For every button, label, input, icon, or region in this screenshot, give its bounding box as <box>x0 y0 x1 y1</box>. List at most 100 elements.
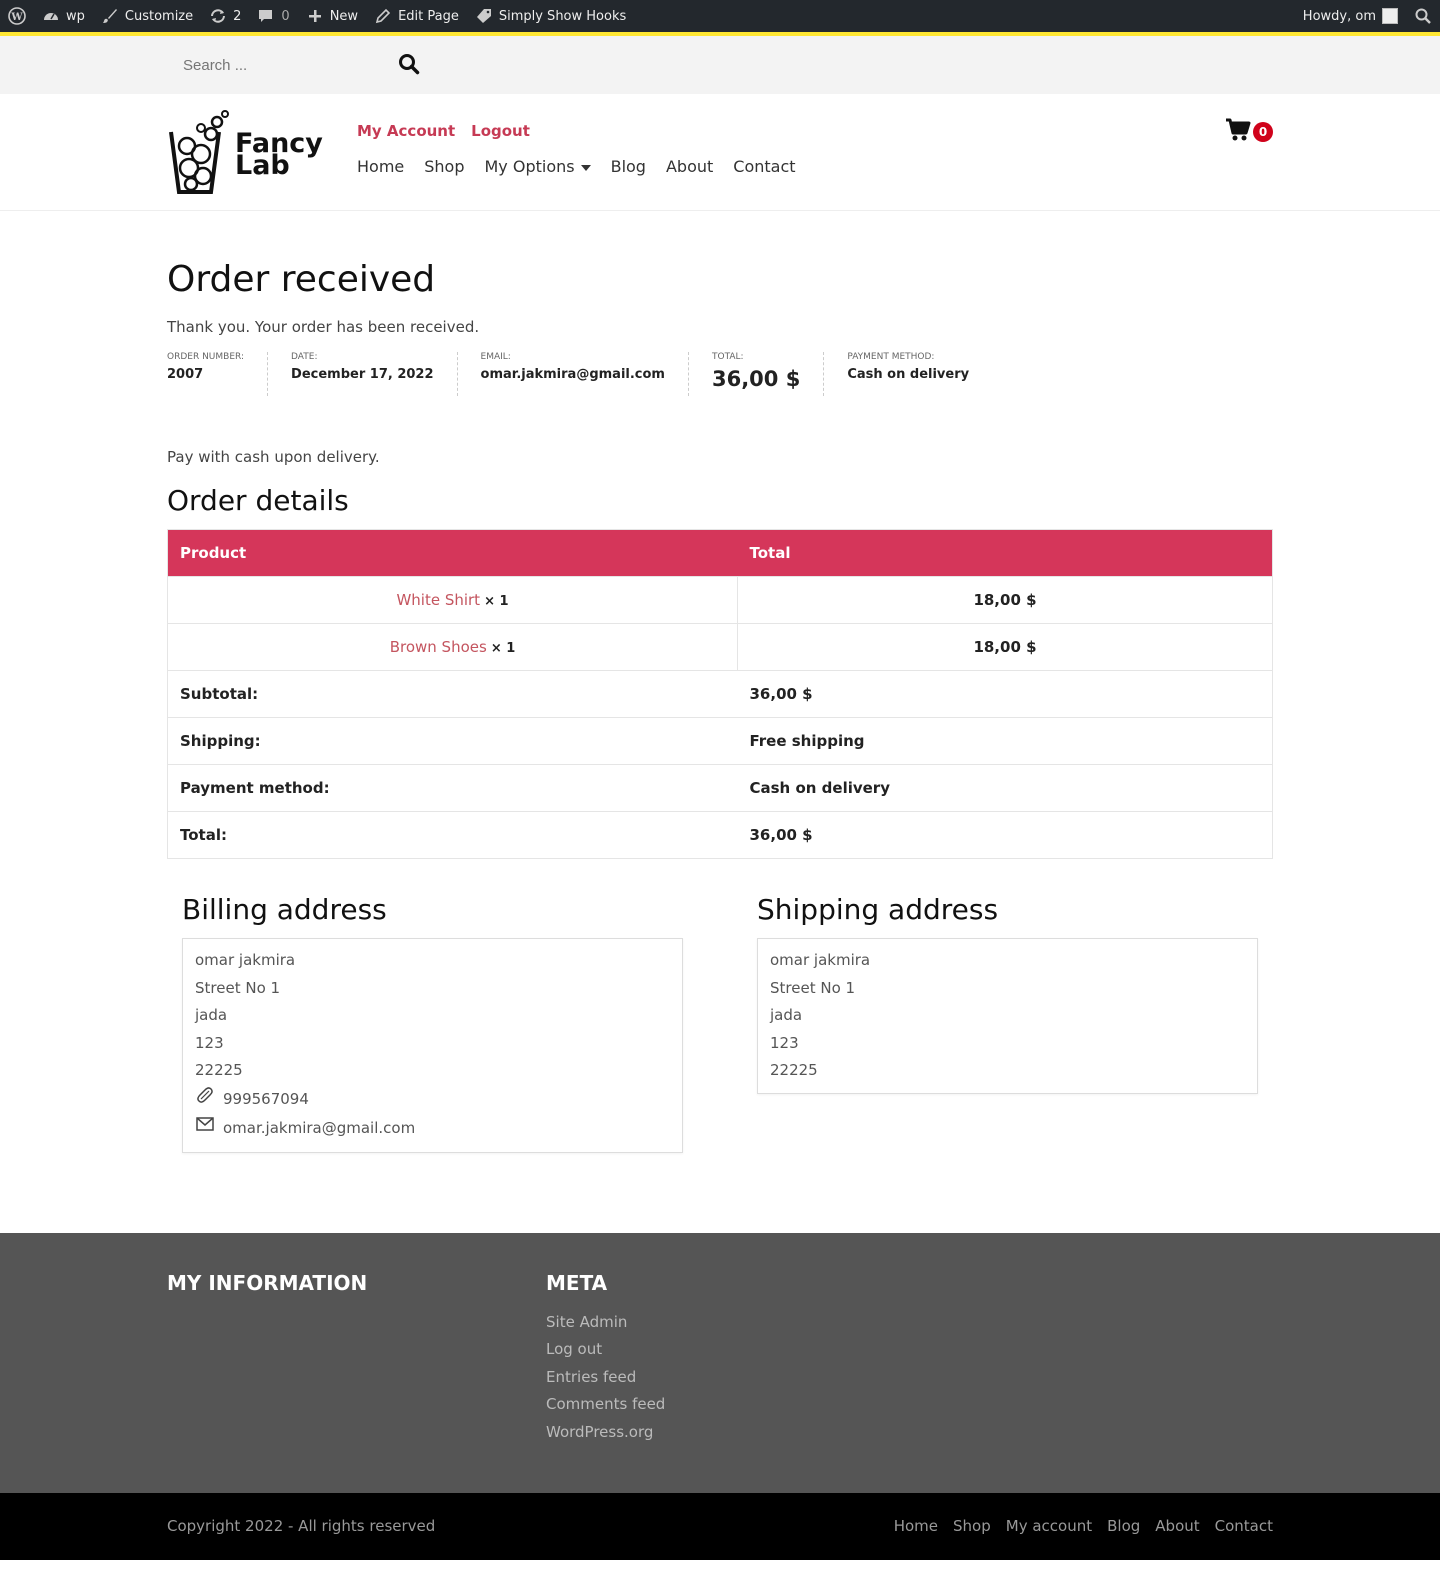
footer-nav-blog[interactable]: Blog <box>1107 1517 1140 1535</box>
my-account-menu[interactable]: Howdy, om <box>1303 8 1398 24</box>
hooks-label: Simply Show Hooks <box>498 8 627 24</box>
envelope-icon <box>195 1114 215 1144</box>
site-logo[interactable]: Fancy Lab <box>167 110 323 200</box>
shipping-label: Shipping: <box>167 717 738 765</box>
dashboard-icon <box>42 7 60 25</box>
nav-contact[interactable]: Contact <box>733 157 795 176</box>
nav-my-options[interactable]: My Options <box>485 157 591 176</box>
simply-show-hooks-link[interactable]: Simply Show Hooks <box>475 7 626 25</box>
subtotal-label: Subtotal: <box>167 670 738 718</box>
billing-email: omar.jakmira@gmail.com <box>195 1114 670 1144</box>
footer-nav-shop[interactable]: Shop <box>953 1517 991 1535</box>
meta-link-entries-feed[interactable]: Entries feed <box>546 1364 665 1392</box>
caret-down-icon <box>580 164 591 171</box>
wordpress-logo-menu[interactable]: W <box>8 7 26 25</box>
account-nav: My Account Logout <box>357 122 530 140</box>
search-icon[interactable] <box>1414 7 1432 25</box>
footer-nav-about[interactable]: About <box>1155 1517 1199 1535</box>
total-label: Total: <box>167 811 738 859</box>
payment-note: Pay with cash upon delivery. <box>167 448 380 466</box>
footer-nav: Home Shop My account Blog About Contact <box>894 1517 1273 1535</box>
billing-street: Street No 1 <box>195 978 281 997</box>
my-account-link[interactable]: My Account <box>357 122 455 140</box>
meta-link-comments-feed[interactable]: Comments feed <box>546 1391 665 1419</box>
cart-count-badge: 0 <box>1253 122 1273 142</box>
meta-link-wordpress-org[interactable]: WordPress.org <box>546 1419 665 1447</box>
logout-link[interactable]: Logout <box>471 122 530 140</box>
pencil-icon <box>374 7 392 25</box>
shopping-cart-icon <box>1225 118 1251 146</box>
column-header-product: Product <box>167 529 738 577</box>
table-row: Brown Shoes × 1 18,00 $ <box>167 623 1273 671</box>
nav-home[interactable]: Home <box>357 157 404 176</box>
cart-button[interactable]: 0 <box>1225 118 1273 146</box>
brush-icon <box>101 7 119 25</box>
shipping-city: jada <box>770 1006 803 1024</box>
billing-phone: 999567094 <box>195 1085 670 1115</box>
product-link-white-shirt[interactable]: White Shirt <box>396 591 480 609</box>
shipping-address-section: Shipping address omar jakmira Street No … <box>757 893 1258 1153</box>
updates-count: 2 <box>233 8 242 24</box>
nav-blog[interactable]: Blog <box>611 157 646 176</box>
order-email-label: EMAIL: <box>480 352 511 362</box>
comments-link[interactable]: 0 <box>257 7 290 25</box>
shipping-address-title: Shipping address <box>757 893 999 926</box>
footer-widgets: MY INFORMATION META Site Admin Log out E… <box>0 1232 1440 1493</box>
footer-nav-home[interactable]: Home <box>894 1517 938 1535</box>
product-cell: White Shirt × 1 <box>167 576 738 624</box>
order-date-label: DATE: <box>291 352 318 362</box>
plus-icon <box>306 7 324 25</box>
updates-link[interactable]: 2 <box>209 7 241 25</box>
site-name-menu[interactable]: wp <box>42 7 85 25</box>
shipping-address-box: omar jakmira Street No 1 jada 123 22225 <box>757 938 1258 1094</box>
billing-address-section: Billing address omar jakmira Street No 1… <box>182 893 683 1153</box>
product-cell: Brown Shoes × 1 <box>167 623 738 671</box>
search-button[interactable] <box>389 47 429 83</box>
howdy-text: Howdy, om <box>1302 8 1376 24</box>
thank-you-message: Thank you. Your order has been received. <box>167 318 480 336</box>
product-quantity: × 1 <box>484 594 509 609</box>
customize-label: Customize <box>124 8 194 24</box>
tag-icon <box>475 7 493 25</box>
subtotal-value: 36,00 $ <box>737 670 1273 718</box>
footer-nav-contact[interactable]: Contact <box>1215 1517 1273 1535</box>
column-header-total: Total <box>737 529 1273 577</box>
order-number-label: ORDER NUMBER: <box>167 352 245 362</box>
footer-nav-my-account[interactable]: My account <box>1006 1517 1092 1535</box>
customer-addresses: Billing address omar jakmira Street No 1… <box>167 893 1273 1153</box>
nav-about[interactable]: About <box>666 157 713 176</box>
order-total: TOTAL: 36,00 $ <box>689 352 825 396</box>
meta-links: Site Admin Log out Entries feed Comments… <box>546 1309 665 1447</box>
payment-method-row-value: Cash on delivery <box>737 764 1273 812</box>
shipping-row: Shipping: Free shipping <box>167 717 1273 765</box>
footer-bottom: Copyright 2022 - All rights reserved Hom… <box>0 1492 1440 1560</box>
site-name: wp <box>66 8 85 24</box>
admin-bar: W wp Customize 2 0 New Edit Page Simply … <box>0 0 1440 36</box>
order-number: ORDER NUMBER: 2007 <box>167 352 269 396</box>
product-link-brown-shoes[interactable]: Brown Shoes <box>390 638 487 656</box>
meta-link-log-out[interactable]: Log out <box>546 1336 665 1364</box>
order-total-value: 36,00 $ <box>711 367 801 391</box>
phone-icon <box>195 1085 215 1115</box>
edit-page-link[interactable]: Edit Page <box>374 7 459 25</box>
meta-title: META <box>546 1270 608 1295</box>
shipping-street: Street No 1 <box>770 978 856 997</box>
new-label: New <box>329 8 359 24</box>
subtotal-row: Subtotal: 36,00 $ <box>167 670 1273 718</box>
payment-method-value: Cash on delivery <box>847 367 970 382</box>
order-number-value: 2007 <box>167 367 204 382</box>
meta-link-site-admin[interactable]: Site Admin <box>546 1309 665 1337</box>
logo-text: Fancy Lab <box>235 130 323 179</box>
payment-method-row: Payment method: Cash on delivery <box>167 764 1273 812</box>
svg-text:W: W <box>10 12 23 23</box>
customize-link[interactable]: Customize <box>101 7 193 25</box>
billing-state: 123 <box>195 1033 224 1052</box>
nav-shop[interactable]: Shop <box>424 157 464 176</box>
search-icon <box>398 53 420 78</box>
page-title: Order received <box>167 259 436 300</box>
new-content-link[interactable]: New <box>306 7 358 25</box>
billing-name: omar jakmira <box>195 951 296 969</box>
shipping-postcode: 22225 <box>770 1061 818 1079</box>
search-input[interactable] <box>167 48 389 82</box>
comments-count: 0 <box>281 8 290 24</box>
